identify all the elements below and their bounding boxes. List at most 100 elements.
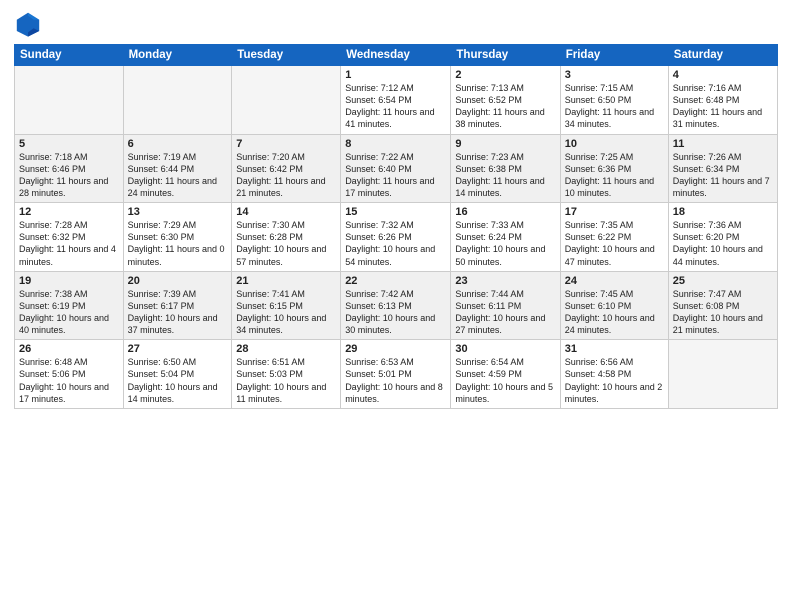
- day-info: Sunrise: 7:18 AM Sunset: 6:46 PM Dayligh…: [19, 151, 119, 200]
- weekday-header-wednesday: Wednesday: [341, 45, 451, 66]
- day-info: Sunrise: 7:28 AM Sunset: 6:32 PM Dayligh…: [19, 219, 119, 268]
- day-info: Sunrise: 6:48 AM Sunset: 5:06 PM Dayligh…: [19, 356, 119, 405]
- day-number: 24: [565, 275, 664, 287]
- day-number: 23: [455, 275, 555, 287]
- day-number: 31: [565, 343, 664, 355]
- day-info: Sunrise: 7:20 AM Sunset: 6:42 PM Dayligh…: [236, 151, 336, 200]
- day-info: Sunrise: 7:25 AM Sunset: 6:36 PM Dayligh…: [565, 151, 664, 200]
- calendar-week-row: 12Sunrise: 7:28 AM Sunset: 6:32 PM Dayli…: [15, 203, 778, 272]
- calendar-week-row: 1Sunrise: 7:12 AM Sunset: 6:54 PM Daylig…: [15, 66, 778, 135]
- day-info: Sunrise: 7:12 AM Sunset: 6:54 PM Dayligh…: [345, 82, 446, 131]
- day-info: Sunrise: 6:51 AM Sunset: 5:03 PM Dayligh…: [236, 356, 336, 405]
- calendar-day: 10Sunrise: 7:25 AM Sunset: 6:36 PM Dayli…: [560, 134, 668, 203]
- logo: [14, 10, 44, 38]
- calendar-day: 29Sunrise: 6:53 AM Sunset: 5:01 PM Dayli…: [341, 340, 451, 409]
- header: [14, 10, 778, 38]
- day-info: Sunrise: 7:13 AM Sunset: 6:52 PM Dayligh…: [455, 82, 555, 131]
- calendar-day: 12Sunrise: 7:28 AM Sunset: 6:32 PM Dayli…: [15, 203, 124, 272]
- calendar-day: 15Sunrise: 7:32 AM Sunset: 6:26 PM Dayli…: [341, 203, 451, 272]
- day-number: 25: [673, 275, 773, 287]
- calendar-day: 20Sunrise: 7:39 AM Sunset: 6:17 PM Dayli…: [123, 271, 232, 340]
- calendar-day: 7Sunrise: 7:20 AM Sunset: 6:42 PM Daylig…: [232, 134, 341, 203]
- day-number: 3: [565, 69, 664, 81]
- day-number: 10: [565, 138, 664, 150]
- day-info: Sunrise: 6:54 AM Sunset: 4:59 PM Dayligh…: [455, 356, 555, 405]
- calendar-day: 1Sunrise: 7:12 AM Sunset: 6:54 PM Daylig…: [341, 66, 451, 135]
- calendar-day: 17Sunrise: 7:35 AM Sunset: 6:22 PM Dayli…: [560, 203, 668, 272]
- day-number: 6: [128, 138, 228, 150]
- weekday-header-sunday: Sunday: [15, 45, 124, 66]
- day-number: 1: [345, 69, 446, 81]
- logo-icon: [14, 10, 42, 38]
- calendar-day: 31Sunrise: 6:56 AM Sunset: 4:58 PM Dayli…: [560, 340, 668, 409]
- day-number: 16: [455, 206, 555, 218]
- day-info: Sunrise: 7:33 AM Sunset: 6:24 PM Dayligh…: [455, 219, 555, 268]
- calendar-day: 18Sunrise: 7:36 AM Sunset: 6:20 PM Dayli…: [668, 203, 777, 272]
- weekday-header-monday: Monday: [123, 45, 232, 66]
- weekday-header-thursday: Thursday: [451, 45, 560, 66]
- day-number: 11: [673, 138, 773, 150]
- calendar-day: 8Sunrise: 7:22 AM Sunset: 6:40 PM Daylig…: [341, 134, 451, 203]
- day-number: 22: [345, 275, 446, 287]
- calendar-day: 2Sunrise: 7:13 AM Sunset: 6:52 PM Daylig…: [451, 66, 560, 135]
- day-number: 17: [565, 206, 664, 218]
- day-info: Sunrise: 7:16 AM Sunset: 6:48 PM Dayligh…: [673, 82, 773, 131]
- day-number: 8: [345, 138, 446, 150]
- day-info: Sunrise: 6:53 AM Sunset: 5:01 PM Dayligh…: [345, 356, 446, 405]
- day-number: 20: [128, 275, 228, 287]
- day-number: 27: [128, 343, 228, 355]
- calendar-day: 22Sunrise: 7:42 AM Sunset: 6:13 PM Dayli…: [341, 271, 451, 340]
- calendar-day: 28Sunrise: 6:51 AM Sunset: 5:03 PM Dayli…: [232, 340, 341, 409]
- calendar-day: 11Sunrise: 7:26 AM Sunset: 6:34 PM Dayli…: [668, 134, 777, 203]
- calendar-day: 24Sunrise: 7:45 AM Sunset: 6:10 PM Dayli…: [560, 271, 668, 340]
- calendar-day: 26Sunrise: 6:48 AM Sunset: 5:06 PM Dayli…: [15, 340, 124, 409]
- calendar-day: 19Sunrise: 7:38 AM Sunset: 6:19 PM Dayli…: [15, 271, 124, 340]
- calendar-day: 13Sunrise: 7:29 AM Sunset: 6:30 PM Dayli…: [123, 203, 232, 272]
- day-info: Sunrise: 6:50 AM Sunset: 5:04 PM Dayligh…: [128, 356, 228, 405]
- day-number: 28: [236, 343, 336, 355]
- day-number: 5: [19, 138, 119, 150]
- day-number: 2: [455, 69, 555, 81]
- day-info: Sunrise: 7:35 AM Sunset: 6:22 PM Dayligh…: [565, 219, 664, 268]
- calendar-day: 25Sunrise: 7:47 AM Sunset: 6:08 PM Dayli…: [668, 271, 777, 340]
- calendar-day: 27Sunrise: 6:50 AM Sunset: 5:04 PM Dayli…: [123, 340, 232, 409]
- day-info: Sunrise: 7:32 AM Sunset: 6:26 PM Dayligh…: [345, 219, 446, 268]
- calendar-day: 16Sunrise: 7:33 AM Sunset: 6:24 PM Dayli…: [451, 203, 560, 272]
- weekday-header-tuesday: Tuesday: [232, 45, 341, 66]
- calendar-day: [123, 66, 232, 135]
- day-number: 14: [236, 206, 336, 218]
- day-info: Sunrise: 7:41 AM Sunset: 6:15 PM Dayligh…: [236, 288, 336, 337]
- calendar-week-row: 19Sunrise: 7:38 AM Sunset: 6:19 PM Dayli…: [15, 271, 778, 340]
- day-info: Sunrise: 7:23 AM Sunset: 6:38 PM Dayligh…: [455, 151, 555, 200]
- day-number: 26: [19, 343, 119, 355]
- page: SundayMondayTuesdayWednesdayThursdayFrid…: [0, 0, 792, 612]
- day-info: Sunrise: 7:39 AM Sunset: 6:17 PM Dayligh…: [128, 288, 228, 337]
- calendar-day: 4Sunrise: 7:16 AM Sunset: 6:48 PM Daylig…: [668, 66, 777, 135]
- weekday-header-friday: Friday: [560, 45, 668, 66]
- calendar-day: 14Sunrise: 7:30 AM Sunset: 6:28 PM Dayli…: [232, 203, 341, 272]
- day-info: Sunrise: 6:56 AM Sunset: 4:58 PM Dayligh…: [565, 356, 664, 405]
- day-info: Sunrise: 7:22 AM Sunset: 6:40 PM Dayligh…: [345, 151, 446, 200]
- day-number: 29: [345, 343, 446, 355]
- day-number: 7: [236, 138, 336, 150]
- calendar-week-row: 26Sunrise: 6:48 AM Sunset: 5:06 PM Dayli…: [15, 340, 778, 409]
- day-number: 21: [236, 275, 336, 287]
- day-number: 12: [19, 206, 119, 218]
- calendar-week-row: 5Sunrise: 7:18 AM Sunset: 6:46 PM Daylig…: [15, 134, 778, 203]
- day-number: 9: [455, 138, 555, 150]
- calendar-day: 6Sunrise: 7:19 AM Sunset: 6:44 PM Daylig…: [123, 134, 232, 203]
- calendar-day: [15, 66, 124, 135]
- calendar-day: 23Sunrise: 7:44 AM Sunset: 6:11 PM Dayli…: [451, 271, 560, 340]
- day-info: Sunrise: 7:38 AM Sunset: 6:19 PM Dayligh…: [19, 288, 119, 337]
- day-number: 13: [128, 206, 228, 218]
- day-number: 18: [673, 206, 773, 218]
- calendar-day: [232, 66, 341, 135]
- calendar-day: 5Sunrise: 7:18 AM Sunset: 6:46 PM Daylig…: [15, 134, 124, 203]
- day-number: 15: [345, 206, 446, 218]
- day-info: Sunrise: 7:36 AM Sunset: 6:20 PM Dayligh…: [673, 219, 773, 268]
- day-info: Sunrise: 7:15 AM Sunset: 6:50 PM Dayligh…: [565, 82, 664, 131]
- day-info: Sunrise: 7:26 AM Sunset: 6:34 PM Dayligh…: [673, 151, 773, 200]
- calendar-day: 21Sunrise: 7:41 AM Sunset: 6:15 PM Dayli…: [232, 271, 341, 340]
- calendar-day: [668, 340, 777, 409]
- weekday-header-saturday: Saturday: [668, 45, 777, 66]
